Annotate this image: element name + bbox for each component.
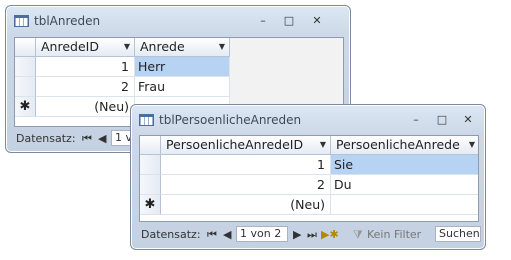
cell-persoenlicheanredeid[interactable]: 1: [161, 155, 331, 175]
record-selector[interactable]: [15, 77, 36, 97]
cell-persoenlicheanredeid[interactable]: 2: [161, 175, 331, 195]
record-selector[interactable]: [15, 57, 36, 77]
select-all-corner[interactable]: [140, 136, 161, 155]
dropdown-arrow-icon[interactable]: ▼: [124, 38, 130, 56]
column-header-persoenlicheanrede[interactable]: PersoenlicheAnrede ▼: [331, 136, 478, 155]
column-header-label: AnredeID: [41, 39, 99, 54]
cell-persoenlicheanrede[interactable]: Du: [331, 175, 478, 195]
window-title: tblPersoenlicheAnreden: [159, 113, 302, 127]
record-selector[interactable]: [140, 175, 161, 195]
minimize-button[interactable]: –: [405, 112, 427, 128]
maximize-button[interactable]: □: [278, 13, 300, 29]
new-record-cell[interactable]: [331, 195, 478, 215]
title-bar[interactable]: tblAnreden – □ ✕: [6, 6, 350, 36]
new-record-icon[interactable]: ▶✱: [321, 228, 339, 241]
maximize-button[interactable]: □: [431, 112, 453, 128]
datasheet-grid: PersoenlicheAnredeID ▼ PersoenlicheAnrede…: [139, 135, 479, 222]
record-label: Datensatz:: [141, 228, 201, 241]
last-record-icon[interactable]: ⏭: [307, 228, 317, 242]
new-record-cell[interactable]: (Neu): [161, 195, 331, 215]
first-record-icon[interactable]: ⏮: [82, 132, 92, 146]
close-button[interactable]: ✕: [457, 112, 479, 128]
dropdown-arrow-icon[interactable]: ▼: [219, 38, 225, 56]
previous-record-icon[interactable]: ◀: [98, 132, 106, 145]
select-all-corner[interactable]: [15, 38, 36, 57]
cell-persoenlicheanrede[interactable]: Sie: [331, 155, 478, 175]
record-label: Datensatz:: [16, 132, 76, 145]
table-icon: [14, 15, 29, 27]
cell-anrede[interactable]: Herr: [135, 57, 230, 77]
column-header-anrede[interactable]: Anrede ▼: [135, 38, 230, 57]
column-header-label: Anrede: [140, 39, 185, 54]
record-navigation-bar: Datensatz: ⏮ ◀ 1 von 2 ▶ ⏭ ▶✱ ⧩ Kein Fil…: [141, 226, 481, 244]
window-title: tblAnreden: [34, 14, 101, 28]
cell-anredeid[interactable]: 2: [36, 77, 135, 97]
table-window-persoenliche-anreden[interactable]: tblPersoenlicheAnreden – □ ✕ Persoenlich…: [130, 104, 486, 250]
new-record-marker-icon[interactable]: ✱: [15, 97, 36, 117]
minimize-button[interactable]: –: [252, 13, 274, 29]
cell-anredeid[interactable]: 1: [36, 57, 135, 77]
title-bar[interactable]: tblPersoenlicheAnreden – □ ✕: [131, 105, 485, 135]
first-record-icon[interactable]: ⏮: [207, 228, 217, 242]
new-record-marker-icon[interactable]: ✱: [140, 195, 161, 215]
previous-record-icon[interactable]: ◀: [223, 228, 231, 241]
dropdown-arrow-icon[interactable]: ▼: [469, 136, 475, 154]
record-selector[interactable]: [140, 155, 161, 175]
record-position-field[interactable]: 1 von 2: [236, 226, 288, 242]
filter-icon[interactable]: ⧩: [353, 228, 363, 242]
table-icon: [139, 114, 154, 126]
new-record-cell[interactable]: (Neu): [36, 97, 135, 117]
column-header-anredeid[interactable]: AnredeID ▼: [36, 38, 135, 57]
filter-status[interactable]: Kein Filter: [367, 228, 421, 241]
column-header-label: PersoenlicheAnredeID: [166, 137, 304, 152]
dropdown-arrow-icon[interactable]: ▼: [320, 136, 326, 154]
search-field[interactable]: Suchen: [435, 226, 481, 242]
column-header-persoenlicheanredeid[interactable]: PersoenlicheAnredeID ▼: [161, 136, 331, 155]
close-button[interactable]: ✕: [306, 13, 328, 29]
next-record-icon[interactable]: ▶: [293, 228, 301, 241]
cell-anrede[interactable]: Frau: [135, 77, 230, 97]
column-header-label: PersoenlicheAnrede: [336, 137, 460, 152]
